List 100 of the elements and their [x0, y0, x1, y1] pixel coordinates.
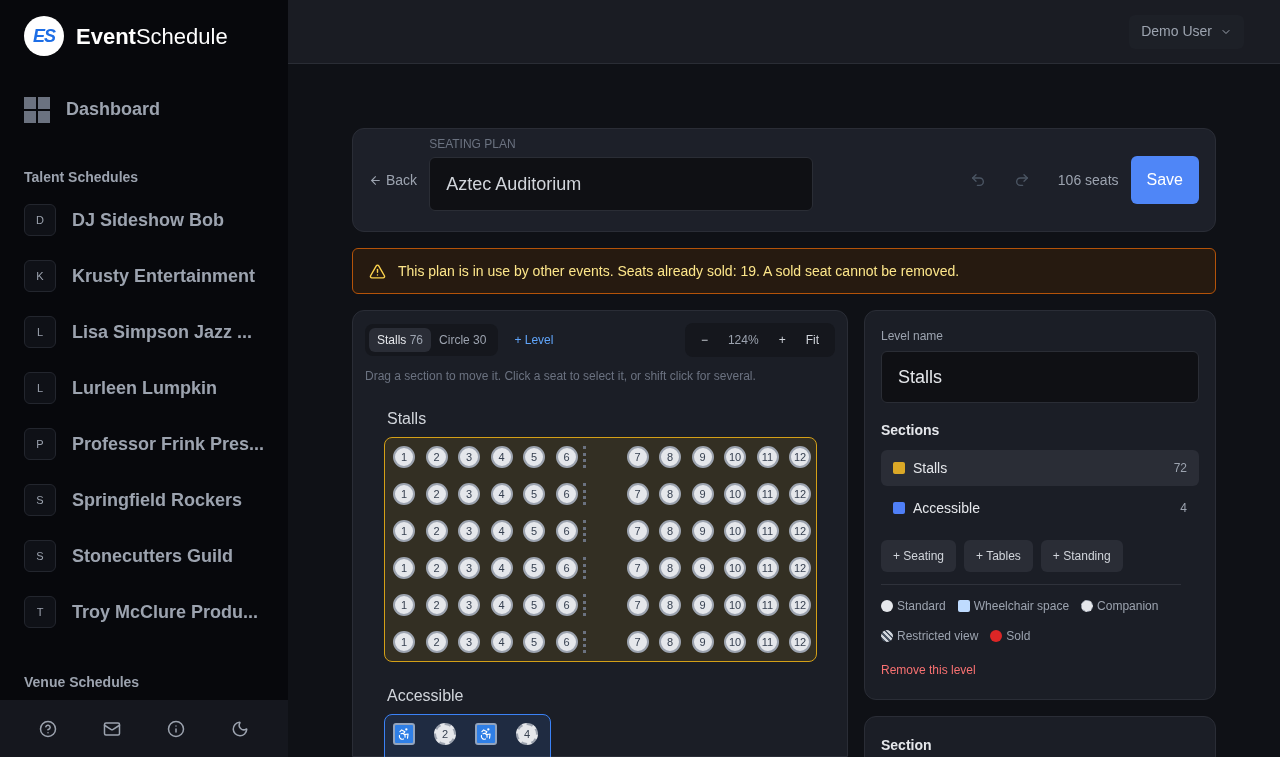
seat[interactable]: 2	[425, 483, 448, 505]
schedule-link[interactable]: D DJ Sideshow Bob	[24, 204, 264, 236]
seat[interactable]: 2	[425, 557, 448, 579]
schedule-link[interactable]: P Professor Frink Pres...	[24, 428, 264, 460]
seat[interactable]: 1	[393, 557, 415, 579]
seat[interactable]: 12	[789, 594, 811, 616]
seat[interactable]: 6	[555, 446, 578, 468]
back-link[interactable]: Back	[369, 169, 418, 191]
dashboard-link[interactable]: Dashboard	[24, 96, 264, 123]
zoom-in-button[interactable]: +	[770, 331, 794, 349]
seat[interactable]: 8	[659, 520, 681, 542]
seat[interactable]: 8	[659, 446, 681, 468]
seat[interactable]: 11	[756, 446, 779, 468]
seat[interactable]: 8	[659, 483, 681, 505]
seat[interactable]: 1	[393, 446, 415, 468]
seat[interactable]: 5	[523, 483, 545, 505]
fit-button[interactable]: Fit	[797, 331, 827, 349]
seat[interactable]: 4	[490, 446, 513, 468]
seat[interactable]: 12	[789, 483, 811, 505]
add-section-button[interactable]: + Seating	[881, 540, 957, 572]
seat[interactable]: 7	[626, 483, 649, 505]
level-tab[interactable]: Circle 30	[431, 328, 495, 352]
seat[interactable]: 10	[724, 631, 746, 653]
seat[interactable]: 11	[756, 483, 779, 505]
seat[interactable]: 4	[490, 631, 513, 653]
level-name-field[interactable]: Stalls	[881, 351, 1199, 403]
add-section-button[interactable]: + Tables	[964, 540, 1033, 572]
seat[interactable]: 6	[555, 520, 578, 542]
section-list-item[interactable]: Stalls 72	[881, 450, 1199, 486]
seating-section[interactable]: 1 2 3 4 5 6 7 8 9 10 11 12 1 2 3 4 5 6 7 8 9 10 11 12 1 2 3 4 5 6 7 8 9 10 11 12 1 2 3 4 5 6 7 8 9 10 11 12 1 2 3 4 5 6 7 8 9 10 11 12 1 2 3 4 5 6 7 8 9 10 11 12	[384, 437, 817, 662]
schedule-link[interactable]: L Lisa Simpson Jazz ...	[24, 316, 264, 348]
seat[interactable]: 3	[458, 520, 480, 542]
add-level-button[interactable]: + Level	[514, 331, 554, 349]
seat[interactable]: 2	[425, 631, 448, 653]
seat[interactable]: 10	[724, 520, 746, 542]
seat[interactable]: 11	[756, 631, 779, 653]
mail-icon[interactable]	[103, 719, 121, 738]
help-icon[interactable]	[39, 719, 57, 738]
seat[interactable]: 12	[789, 557, 811, 579]
seat[interactable]: 4	[490, 520, 513, 542]
seat[interactable]: 9	[691, 446, 714, 468]
seat[interactable]: 9	[691, 483, 714, 505]
seat[interactable]: 9	[691, 631, 714, 653]
remove-level-link[interactable]: Remove this level	[881, 661, 976, 679]
seat[interactable]: 12	[789, 520, 811, 542]
seat[interactable]: 7	[626, 520, 649, 542]
seat[interactable]: 1	[393, 631, 415, 653]
seat[interactable]: 5	[523, 520, 545, 542]
seat[interactable]: 12	[789, 631, 811, 653]
seat[interactable]: 9	[691, 520, 714, 542]
seat[interactable]: 10	[724, 446, 746, 468]
seat[interactable]: 4	[490, 483, 513, 505]
wheelchair-seat[interactable]	[475, 723, 497, 745]
seat[interactable]: 12	[789, 446, 811, 468]
seat[interactable]: 2	[425, 594, 448, 616]
seat[interactable]: 11	[756, 520, 779, 542]
seat[interactable]: 6	[555, 483, 578, 505]
zoom-out-button[interactable]: −	[692, 331, 716, 349]
seat[interactable]: 3	[458, 594, 480, 616]
seating-section[interactable]: 2 4	[384, 714, 551, 757]
schedule-link[interactable]: T Troy McClure Produ...	[24, 596, 264, 628]
seat[interactable]: 5	[523, 557, 545, 579]
wheelchair-seat[interactable]	[393, 723, 415, 745]
seat[interactable]: 1	[393, 520, 415, 542]
seat[interactable]: 3	[458, 557, 480, 579]
seat[interactable]: 7	[626, 557, 649, 579]
seat[interactable]: 7	[626, 446, 649, 468]
moon-icon[interactable]	[231, 719, 249, 738]
seat[interactable]: 9	[691, 557, 714, 579]
plan-name-field[interactable]: Aztec Auditorium	[429, 157, 814, 211]
seat[interactable]: 6	[555, 557, 578, 579]
seat[interactable]: 1	[393, 594, 415, 616]
schedule-link[interactable]: S Stonecutters Guild	[24, 540, 264, 572]
seat[interactable]: 3	[458, 446, 480, 468]
seat[interactable]: 2	[425, 520, 448, 542]
seat[interactable]: 11	[756, 594, 779, 616]
seat[interactable]: 8	[659, 557, 681, 579]
seat[interactable]: 9	[691, 594, 714, 616]
seat[interactable]: 7	[626, 594, 649, 616]
section-list-item[interactable]: Accessible 4	[881, 490, 1199, 526]
seat[interactable]: 2	[425, 446, 448, 468]
seat[interactable]: 4	[490, 594, 513, 616]
seat[interactable]: 8	[659, 594, 681, 616]
seat[interactable]: 5	[523, 594, 545, 616]
schedule-link[interactable]: L Lurleen Lumpkin	[24, 372, 264, 404]
companion-seat[interactable]: 4	[516, 723, 538, 745]
seat[interactable]: 1	[393, 483, 415, 505]
seat[interactable]: 7	[626, 631, 649, 653]
seat[interactable]: 5	[523, 446, 545, 468]
seat[interactable]: 3	[458, 631, 480, 653]
seat[interactable]: 10	[724, 483, 746, 505]
schedule-link[interactable]: K Krusty Entertainment	[24, 260, 264, 292]
seat[interactable]: 5	[523, 631, 545, 653]
add-section-button[interactable]: + Standing	[1040, 540, 1123, 572]
seat[interactable]: 6	[555, 594, 578, 616]
seat[interactable]: 10	[724, 557, 746, 579]
user-menu[interactable]: Demo User	[1129, 14, 1244, 49]
info-icon[interactable]	[167, 719, 185, 738]
schedule-link[interactable]: S Springfield Rockers	[24, 484, 264, 516]
level-tab[interactable]: Stalls 76	[369, 328, 432, 352]
